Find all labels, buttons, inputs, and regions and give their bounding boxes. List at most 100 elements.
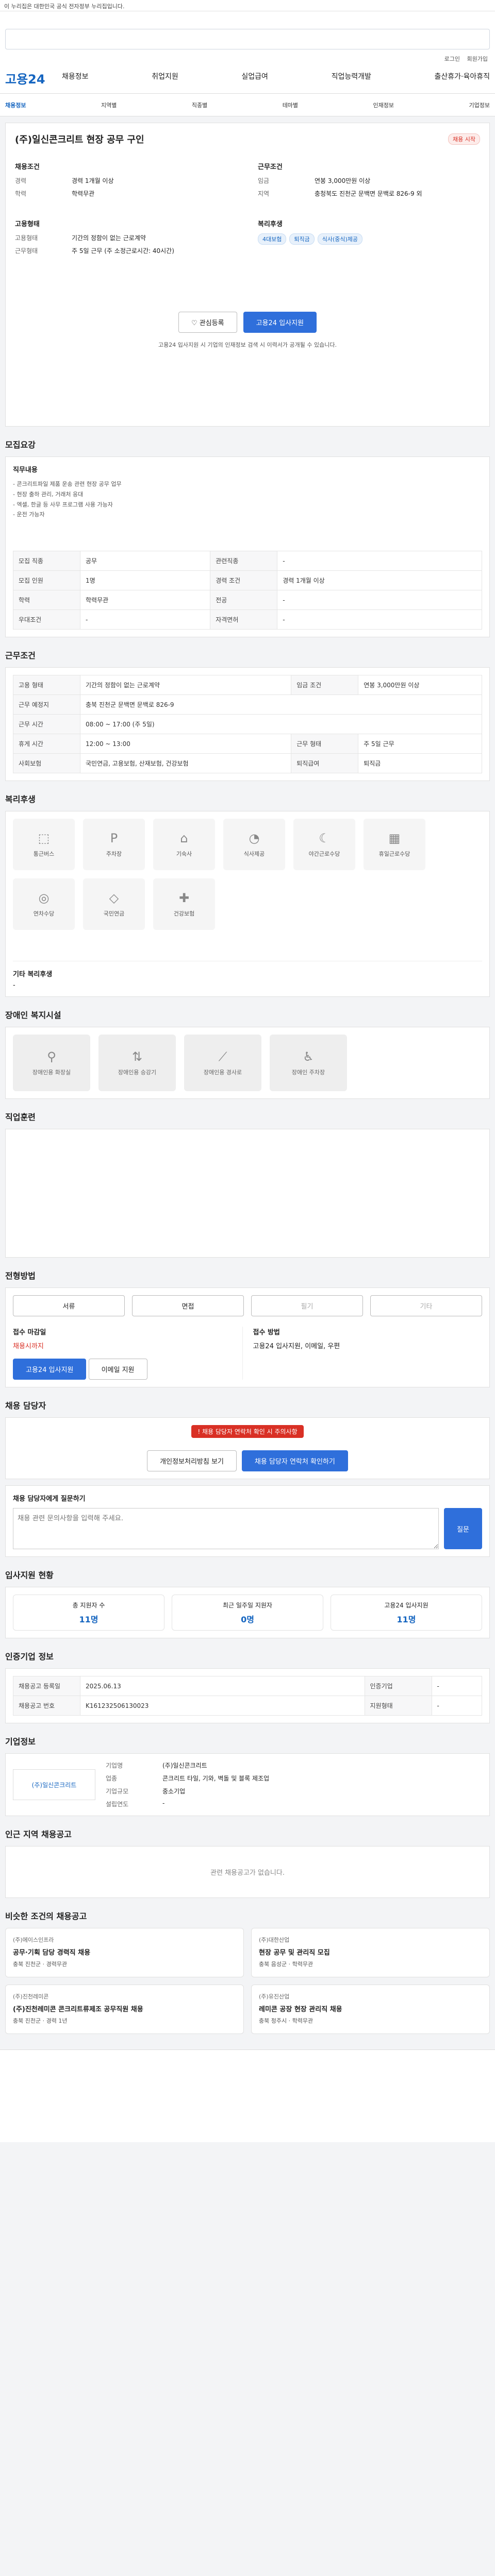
same-card: 관련 채용공고가 없습니다. <box>5 1846 490 1899</box>
sub-nav: 채용정보 지역별 직종별 테마별 인재정보 기업정보 <box>0 94 495 116</box>
question-submit[interactable]: 질문 <box>444 1508 482 1550</box>
section-title: 인증기업 정보 <box>5 1652 54 1662</box>
calendar-icon: ▦ <box>388 831 401 846</box>
kv-value: (주)일신콘크리트 <box>162 1762 207 1770</box>
cell: 지원형태 <box>364 1696 432 1716</box>
house-icon: ⌂ <box>180 831 188 846</box>
section-title: 채용 담당자 <box>5 1401 46 1411</box>
cell: 08:00 ~ 17:00 (주 5일) <box>80 714 482 735</box>
recommend-item[interactable]: (주)진천레미콘 (주)진천레미콘 콘크리트류제조 공무직원 채용 충북 진천군 ·… <box>5 1985 244 2035</box>
moon-icon: ☾ <box>319 831 330 846</box>
contact-button[interactable]: 채용 담당자 연락처 확인하기 <box>241 1450 348 1472</box>
apply-method-label: 접수 방법 <box>253 1329 280 1337</box>
section-title: 복리후생 <box>5 794 36 805</box>
disability-item: ⇅ 장애인용 승강기 <box>98 1035 176 1092</box>
question-input[interactable] <box>13 1508 439 1550</box>
overview-table: 모집 직종 공무 관련직종 - 모집 인원 1명 경력 조건 경력 1개월 이상 학력 학력무… <box>13 551 482 630</box>
cell: 경력 조건 <box>210 570 278 591</box>
subnav-item[interactable]: 지역별 <box>101 101 117 109</box>
email-apply-button[interactable]: 이메일 지원 <box>88 1359 147 1380</box>
warning-badge: ! 채용 담당자 연락처 확인 시 주의사항 <box>191 1425 304 1438</box>
duty-line: - 콘크리트파일 제품 운송 관련 현장 공무 업무 <box>13 481 122 487</box>
nav-item[interactable]: 실업급여 <box>241 71 268 81</box>
process-apply-button[interactable]: 고용24 입사지원 <box>13 1359 87 1380</box>
stats-card: 총 지원자 수 11명 최근 일주일 지원자 0명 고용24 입사지원 11명 <box>5 1587 490 1639</box>
nav-item[interactable]: 직업능력개발 <box>332 71 371 81</box>
cell: 기간의 정함이 없는 근로계약 <box>79 675 292 696</box>
welfare-extra: - <box>13 981 15 990</box>
kv-value: 기간의 정함이 없는 근로계약 <box>72 234 146 242</box>
search-input[interactable] <box>5 29 490 49</box>
section-title: 기업정보 <box>5 1737 36 1747</box>
manager-card: ! 채용 담당자 연락처 확인 시 주의사항 개인정보처리방침 보기 채용 담당… <box>5 1417 490 1480</box>
recommend-grid: (주)에이스인프라 공무·기획 담당 경력직 채용 충북 진천군 · 경력무관 (주… <box>5 1928 490 2035</box>
section-title: 비슷한 조건의 채용공고 <box>5 1911 87 1922</box>
signup-link[interactable]: 회원가입 <box>467 56 488 62</box>
cell: 인증기업 <box>364 1676 432 1697</box>
cell: 사회보험 <box>13 753 80 774</box>
cell: 학력무관 <box>79 590 211 611</box>
recommend-item[interactable]: (주)유진산업 레미콘 공장 현장 관리직 채용 충북 청주시 · 학력무관 <box>251 1985 490 2035</box>
cell: 1명 <box>79 570 211 591</box>
welfare-item: ⬚ 통근버스 <box>13 819 75 871</box>
disability-item: ⚲ 장애인용 화장실 <box>13 1035 90 1092</box>
kv-label: 고용형태 <box>15 234 38 242</box>
disability-item: ♿ 장애인 주차장 <box>270 1035 347 1092</box>
kv-label: 설립연도 <box>106 1801 129 1808</box>
cert-card: 채용공고 등록일 2025.06.13 인증기업 - 채용공고 번호 K16123250… <box>5 1668 490 1724</box>
main-nav: 채용정보 취업지원 실업급여 직업능력개발 출산휴가·육아휴직 <box>62 71 490 81</box>
question-label: 채용 담당자에게 질문하기 <box>13 1495 86 1503</box>
welfare-heading: 복리후생 <box>258 221 283 228</box>
welfare-item: ☾ 야간근로수당 <box>293 819 355 871</box>
scrap-button[interactable]: ♡ 관심등록 <box>178 312 237 333</box>
subnav-item[interactable]: 채용정보 <box>5 101 26 109</box>
disability-item: ⟋ 장애인용 경사로 <box>184 1035 261 1092</box>
cell: 모집 직종 <box>13 551 80 571</box>
welfare-grid: ⬚ 통근버스 P 주차장 ⌂ 기숙사 ◔ 식사제공 ☾ 야간근로수당 ▦ 휴일근로수당 ◎ 연… <box>13 819 482 930</box>
parking-icon: P <box>110 831 118 846</box>
stat-item: 고용24 입사지원 11명 <box>331 1595 482 1631</box>
recommend-item[interactable]: (주)대한산업 현장 공무 및 관리직 모집 충북 음성군 · 학력무관 <box>251 1928 490 1978</box>
cell: 12:00 ~ 13:00 <box>79 734 292 754</box>
subnav-item[interactable]: 인재정보 <box>373 101 394 109</box>
cell: 임금 조건 <box>291 675 359 696</box>
welfare-item: ◔ 식사제공 <box>223 819 285 871</box>
cell: 근무 시간 <box>13 714 80 735</box>
apply-button[interactable]: 고용24 입사지원 <box>243 312 317 333</box>
health-icon: ✚ <box>178 891 190 906</box>
cell: 퇴직급여 <box>291 753 359 774</box>
site-footer <box>0 2049 495 2143</box>
cell: 공무 <box>79 551 211 571</box>
kv-label: 근무형태 <box>15 247 38 255</box>
privacy-button[interactable]: 개인정보처리방침 보기 <box>147 1450 237 1472</box>
disability-card: ⚲ 장애인용 화장실 ⇅ 장애인용 승강기 ⟋ 장애인용 경사로 ♿ 장애인 주차장 <box>5 1027 490 1099</box>
recommend-item[interactable]: (주)에이스인프라 공무·기획 담당 경력직 채용 충북 진천군 · 경력무관 <box>5 1928 244 1978</box>
duty-text: - 콘크리트파일 제품 운송 관련 현장 공무 업무 - 현장 출하 관리, 거… <box>13 479 482 520</box>
kv-label: 경력 <box>15 177 27 184</box>
kv-label: 지역 <box>258 190 270 197</box>
duty-line: - 운전 가능자 <box>13 511 45 518</box>
nav-item[interactable]: 채용정보 <box>62 71 89 81</box>
subnav-item[interactable]: 테마별 <box>283 101 298 109</box>
duty-line: - 현장 출하 관리, 거래처 응대 <box>13 490 84 498</box>
section-title: 인근 지역 채용공고 <box>5 1829 72 1840</box>
kv-value: 중소기업 <box>162 1788 186 1795</box>
cell: 모집 인원 <box>13 570 80 591</box>
cell: 퇴직금 <box>358 753 482 774</box>
disability-grid: ⚲ 장애인용 화장실 ⇅ 장애인용 승강기 ⟋ 장애인용 경사로 ♿ 장애인 주차장 <box>13 1035 482 1092</box>
kv-label: 학력 <box>15 190 27 197</box>
section-title: 근무조건 <box>5 651 36 661</box>
welfare-tag: 4대보험 <box>258 233 287 245</box>
welfare-tag: 식사(중식)제공 <box>317 233 363 245</box>
subnav-item[interactable]: 직종별 <box>192 101 207 109</box>
nav-item[interactable]: 취업지원 <box>152 71 178 81</box>
kv-value: 주 5일 근무 (주 소정근로시간: 40시간) <box>72 247 174 255</box>
company-heading: 근무조건 <box>258 163 283 171</box>
site-logo[interactable]: 고용24 <box>5 69 45 87</box>
site-header: 로그인 회원가입 고용24 채용정보 취업지원 실업급여 직업능력개발 출산휴가… <box>0 11 495 94</box>
question-card: 채용 담당자에게 질문하기 질문 <box>5 1485 490 1557</box>
nav-item[interactable]: 출산휴가·육아휴직 <box>435 71 490 81</box>
subnav-item[interactable]: 기업정보 <box>469 101 490 109</box>
restroom-icon: ⚲ <box>47 1049 56 1064</box>
login-link[interactable]: 로그인 <box>444 56 460 62</box>
